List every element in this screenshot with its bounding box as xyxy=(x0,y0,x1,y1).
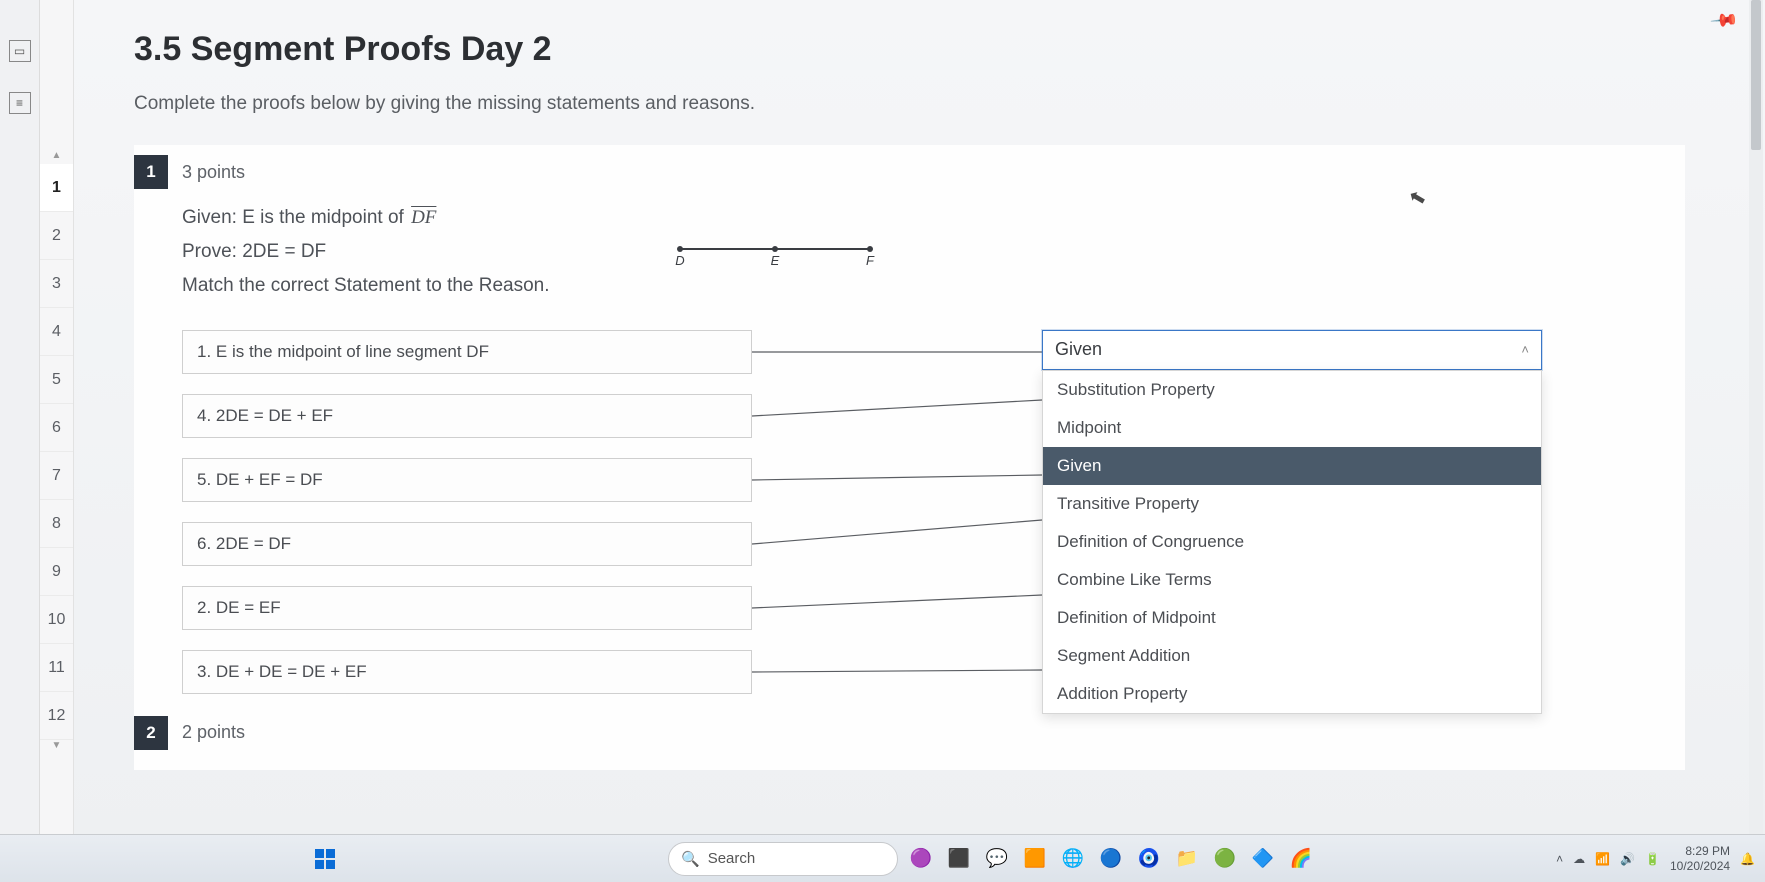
instructions-text: Complete the proofs below by giving the … xyxy=(134,93,1685,115)
option-combine-like-terms[interactable]: Combine Like Terms xyxy=(1043,561,1541,599)
nav-q11[interactable]: 11 xyxy=(40,644,73,692)
search-icon: 🔍 xyxy=(681,850,700,868)
chevron-up-icon: ˄ xyxy=(1521,342,1529,357)
option-transitive-property[interactable]: Transitive Property xyxy=(1043,485,1541,523)
match-instruction: Match the correct Statement to the Reaso… xyxy=(182,269,550,303)
question-header: 1 3 points xyxy=(134,155,1685,189)
tool-rail: ▭ ≡ xyxy=(0,0,40,882)
taskbar-app-store[interactable]: 🧿 xyxy=(1134,844,1164,874)
tray-wifi-icon[interactable]: 📶 xyxy=(1595,852,1610,866)
nav-q10[interactable]: 10 xyxy=(40,596,73,644)
app-root: ▭ ≡ ▲ 1 2 3 4 5 6 7 8 9 10 11 12 ▼ ⬉ 3.5… xyxy=(0,0,1765,882)
page-icon[interactable]: ▭ xyxy=(9,40,31,62)
segment-diagram: D E F xyxy=(670,237,880,272)
combo-value: Given xyxy=(1055,339,1102,360)
taskbar-app-spotify[interactable]: 🟢 xyxy=(1210,844,1240,874)
nav-q2[interactable]: 2 xyxy=(40,212,73,260)
taskbar-app-edge[interactable]: 🔵 xyxy=(1096,844,1126,874)
question-2-number-badge: 2 xyxy=(134,716,168,750)
question-body: Given: E is the midpoint of DF Prove: 2D… xyxy=(134,201,1685,750)
tray-volume-icon[interactable]: 🔊 xyxy=(1620,852,1635,866)
option-segment-addition[interactable]: Segment Addition xyxy=(1043,637,1541,675)
windows-taskbar: 🔍 Search 🟣 ⬛ 💬 🟧 🌐 🔵 🧿 📁 🟢 🔷 🌈 ˄ ☁ 📶 🔊 🔋… xyxy=(0,834,1765,882)
nav-q9[interactable]: 9 xyxy=(40,548,73,596)
svg-text:E: E xyxy=(770,253,779,267)
taskbar-search[interactable]: 🔍 Search xyxy=(668,842,898,876)
taskbar-app-9[interactable]: 🔷 xyxy=(1248,844,1278,874)
nav-q7[interactable]: 7 xyxy=(40,452,73,500)
search-placeholder: Search xyxy=(708,850,756,867)
question-points: 3 points xyxy=(182,162,245,183)
option-substitution-property[interactable]: Substitution Property xyxy=(1043,371,1541,409)
question-2-points: 2 points xyxy=(182,722,245,743)
scrollbar-thumb[interactable] xyxy=(1751,0,1761,150)
statement-3[interactable]: 3. DE + DE = DE + EF xyxy=(182,650,752,694)
statement-2[interactable]: 2. DE = EF xyxy=(182,586,752,630)
reason-combobox[interactable]: Given ˄ xyxy=(1042,330,1542,370)
nav-q6[interactable]: 6 xyxy=(40,404,73,452)
tray-chevron-icon[interactable]: ˄ xyxy=(1556,852,1563,866)
option-addition-property[interactable]: Addition Property xyxy=(1043,675,1541,713)
nav-q1[interactable]: 1 xyxy=(40,164,73,212)
statements-column: 1. E is the midpoint of line segment DF … xyxy=(182,330,752,694)
given-line: Given: E is the midpoint of DF xyxy=(182,201,550,235)
nav-q5[interactable]: 5 xyxy=(40,356,73,404)
option-given[interactable]: Given xyxy=(1043,447,1541,485)
taskbar-app-teams[interactable]: 💬 xyxy=(982,844,1012,874)
taskbar-app-chrome[interactable]: 🌐 xyxy=(1058,844,1088,874)
statement-6[interactable]: 6. 2DE = DF xyxy=(182,522,752,566)
nav-down-icon[interactable]: ▼ xyxy=(40,740,73,754)
statement-4[interactable]: 4. 2DE = DE + EF xyxy=(182,394,752,438)
scrollbar-track[interactable] xyxy=(1749,0,1763,834)
question-nav: ▲ 1 2 3 4 5 6 7 8 9 10 11 12 ▼ xyxy=(40,0,74,882)
connector-lines xyxy=(752,330,1042,694)
outline-icon[interactable]: ≡ xyxy=(9,92,31,114)
pin-icon[interactable]: 📌 xyxy=(1708,5,1739,35)
prove-line: Prove: 2DE = DF xyxy=(182,235,550,269)
question-number-badge: 1 xyxy=(134,155,168,189)
statement-1[interactable]: 1. E is the midpoint of line segment DF xyxy=(182,330,752,374)
nav-up-icon[interactable]: ▲ xyxy=(40,150,73,164)
nav-q3[interactable]: 3 xyxy=(40,260,73,308)
taskbar-clock[interactable]: 8:29 PM 10/20/2024 xyxy=(1670,844,1730,873)
reason-dropdown[interactable]: Substitution Property Midpoint Given Tra… xyxy=(1042,370,1542,714)
taskbar-app-explorer[interactable]: 📁 xyxy=(1172,844,1202,874)
nav-q8[interactable]: 8 xyxy=(40,500,73,548)
svg-text:F: F xyxy=(866,253,875,267)
statement-5[interactable]: 5. DE + EF = DF xyxy=(182,458,752,502)
nav-q4[interactable]: 4 xyxy=(40,308,73,356)
tray-cloud-icon[interactable]: ☁ xyxy=(1573,852,1585,866)
matching-zone: 1. E is the midpoint of line segment DF … xyxy=(182,330,1685,694)
taskbar-app-1[interactable]: ⬛ xyxy=(944,844,974,874)
tray-battery-icon[interactable]: 🔋 xyxy=(1645,852,1660,866)
page-title: 3.5 Segment Proofs Day 2 xyxy=(134,30,1685,69)
system-tray[interactable]: ˄ ☁ 📶 🔊 🔋 8:29 PM 10/20/2024 🔔 xyxy=(1556,844,1755,873)
taskbar-app-copilot[interactable]: 🟣 xyxy=(906,844,936,874)
svg-text:D: D xyxy=(675,253,684,267)
taskbar-app-3[interactable]: 🟧 xyxy=(1020,844,1050,874)
question-2-header: 2 2 points xyxy=(134,716,1685,750)
option-definition-of-midpoint[interactable]: Definition of Midpoint xyxy=(1043,599,1541,637)
question-1-card: 📌 1 3 points Given: E is the midpoint of… xyxy=(134,145,1685,770)
tray-notifications-icon[interactable]: 🔔 xyxy=(1740,852,1755,866)
taskbar-app-10[interactable]: 🌈 xyxy=(1286,844,1316,874)
main-content: ⬉ 3.5 Segment Proofs Day 2 Complete the … xyxy=(74,0,1765,882)
reasons-column: Given ˄ Substitution Property Midpoint G… xyxy=(1042,330,1685,694)
nav-q12[interactable]: 12 xyxy=(40,692,73,740)
option-definition-of-congruence[interactable]: Definition of Congruence xyxy=(1043,523,1541,561)
start-button[interactable] xyxy=(310,844,340,874)
option-midpoint[interactable]: Midpoint xyxy=(1043,409,1541,447)
